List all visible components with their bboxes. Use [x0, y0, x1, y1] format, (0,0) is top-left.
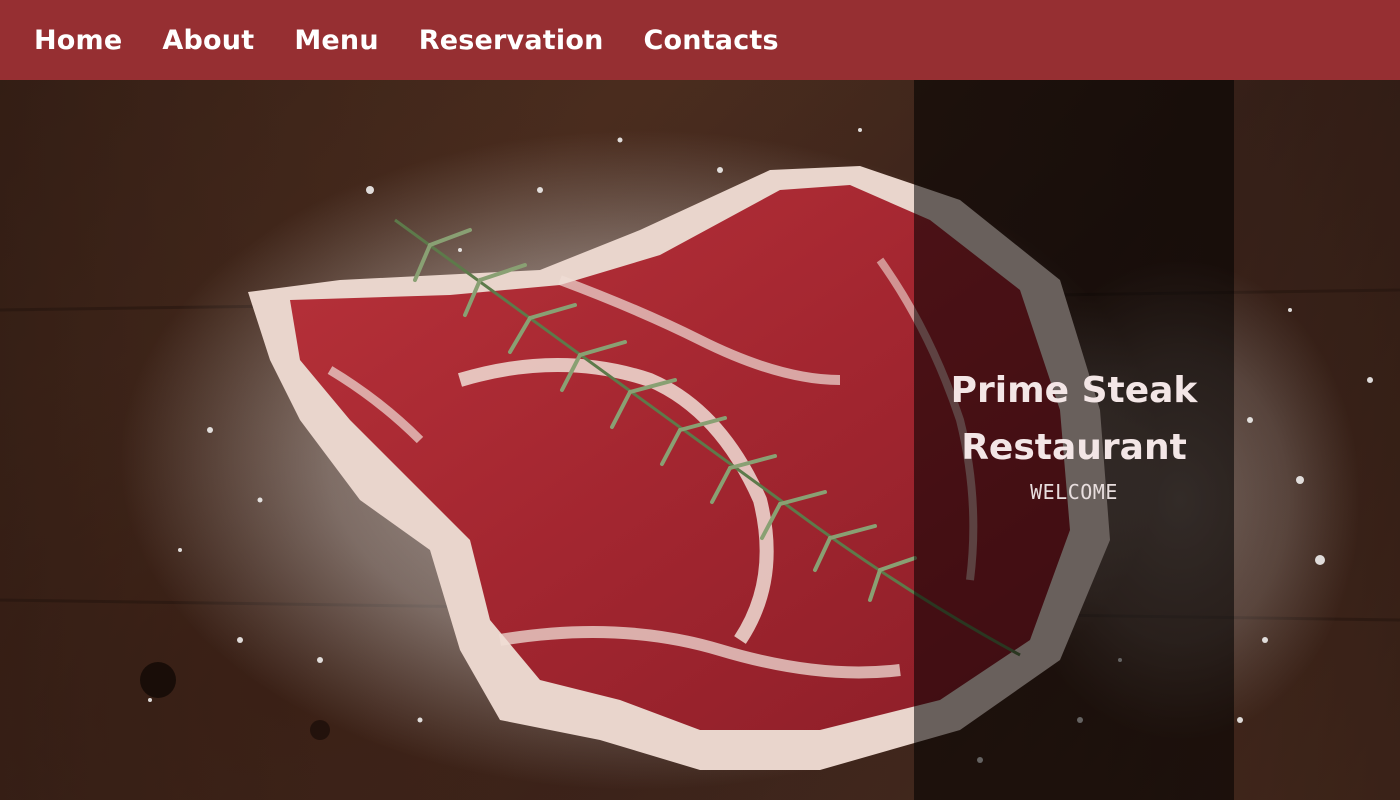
nav-contacts-link[interactable]: Contacts: [644, 25, 779, 56]
nav-reservation-link[interactable]: Reservation: [419, 25, 604, 56]
main-navbar: Home About Menu Reservation Contacts: [0, 0, 1400, 80]
welcome-subtitle: WELCOME: [1030, 480, 1118, 504]
nav-home-link[interactable]: Home: [34, 25, 122, 56]
restaurant-title: Prime Steak Restaurant: [950, 370, 1198, 468]
nav-menu-link[interactable]: Menu: [294, 25, 378, 56]
nav-about-link[interactable]: About: [162, 25, 254, 56]
